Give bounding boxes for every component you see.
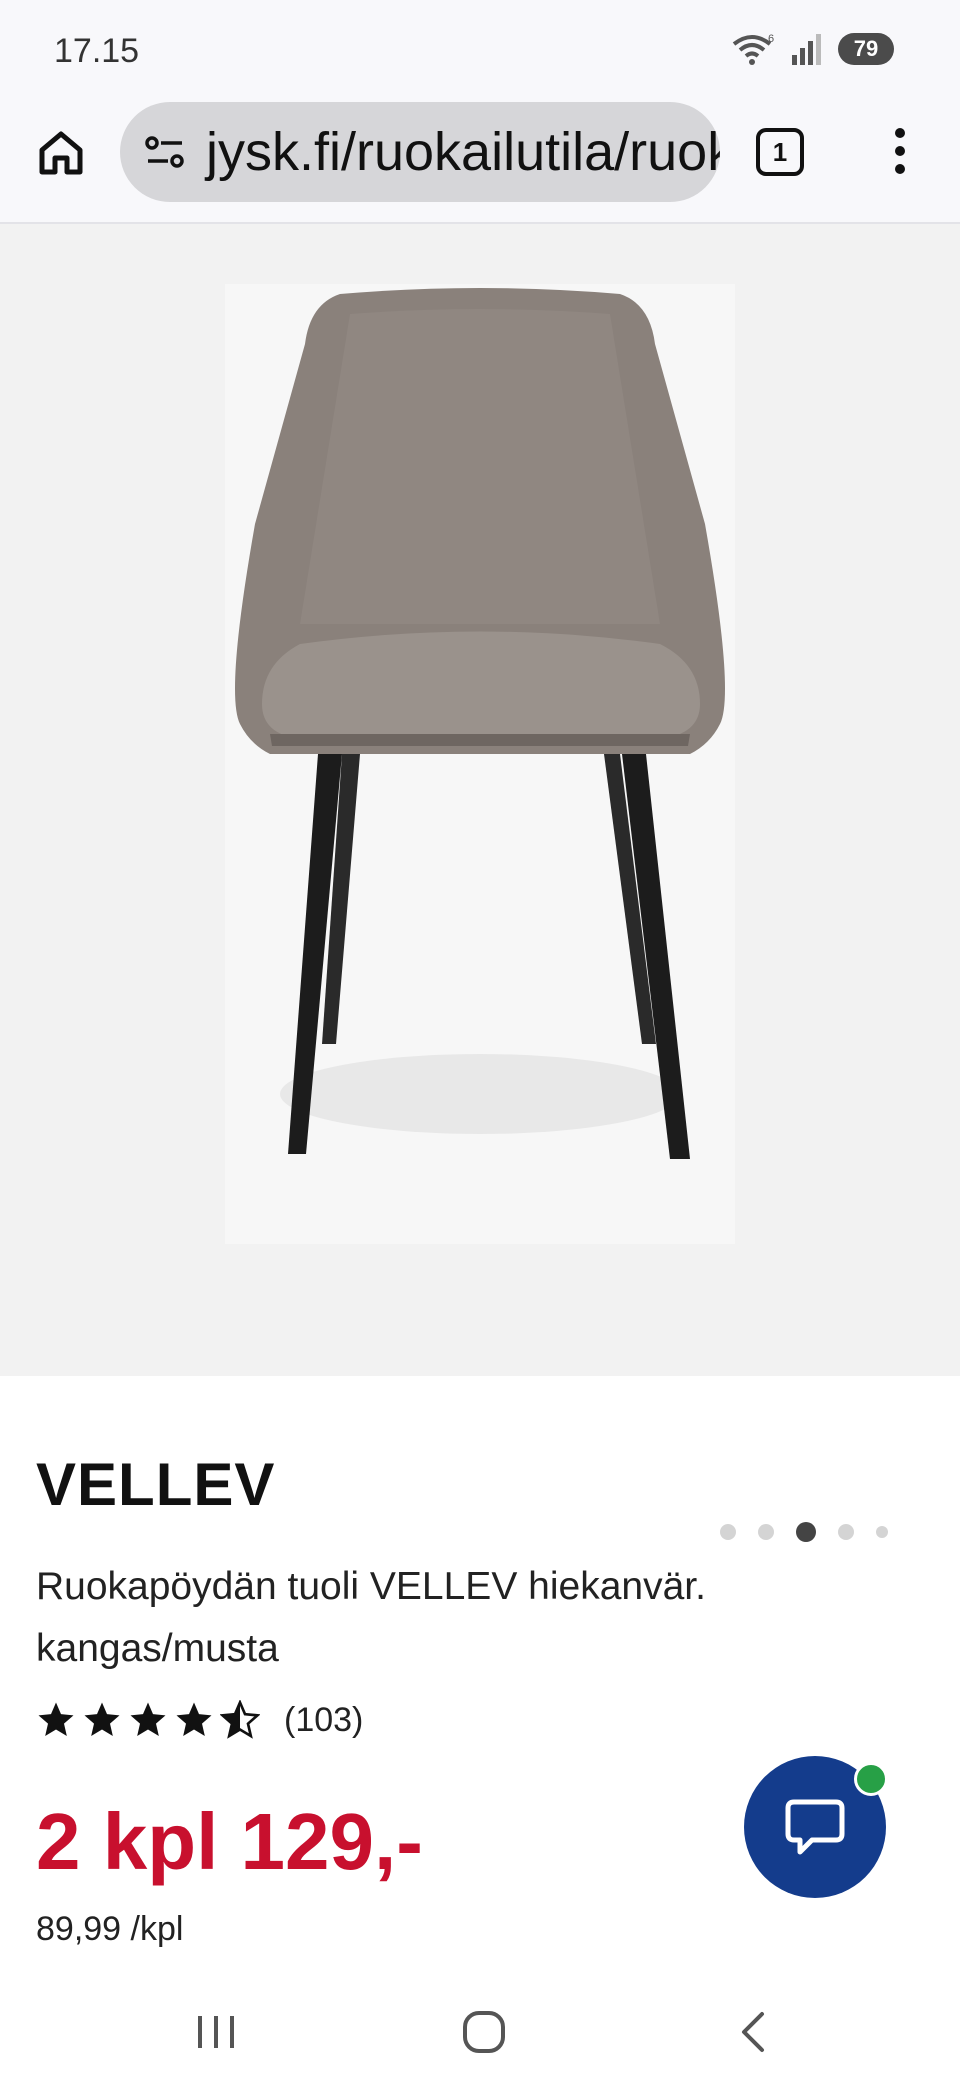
tab-switcher-button[interactable]: 1 [756, 128, 804, 176]
browser-toolbar: jysk.fi/ruokailutila/ruokapoydan-tuolit … [0, 100, 960, 224]
battery-indicator: 79 [838, 33, 894, 65]
wifi-icon: 6 [732, 33, 774, 65]
nav-home-icon [463, 2011, 505, 2053]
url-text: jysk.fi/ruokailutila/ruokapoydan-tuolit [206, 122, 720, 182]
gallery-dot[interactable] [876, 1526, 888, 1538]
gallery-dot[interactable] [758, 1524, 774, 1540]
online-indicator [854, 1762, 888, 1796]
product-title: VELLEV [36, 1451, 276, 1518]
recent-apps-icon [198, 2016, 234, 2048]
system-navigation-bar [0, 1980, 960, 2080]
unit-price: 89,99 /kpl [36, 1910, 184, 1948]
tab-count: 1 [772, 136, 788, 167]
back-icon [742, 2012, 764, 2052]
gallery-pagination [720, 1522, 888, 1542]
star-full-icon [176, 1702, 212, 1736]
chat-button[interactable] [744, 1756, 888, 1898]
gallery-dot[interactable] [838, 1524, 854, 1540]
status-bar: 17.15 6 79 [0, 0, 960, 100]
signal-icon [792, 34, 821, 65]
back-button[interactable] [724, 2006, 784, 2058]
address-bar[interactable]: jysk.fi/ruokailutila/ruokapoydan-tuolit [120, 102, 720, 202]
status-icons: 6 79 [732, 32, 894, 66]
star-full-icon [38, 1702, 74, 1736]
product-image-gallery[interactable] [0, 224, 960, 1542]
home-icon [39, 131, 83, 175]
rating-stars [36, 1700, 260, 1740]
gallery-dot[interactable] [720, 1524, 736, 1540]
product-rating[interactable]: (103) [36, 1700, 363, 1740]
status-time: 17.15 [54, 32, 140, 70]
product-description: Ruokapöydän tuoli VELLEV hiekanvär. kang… [36, 1565, 706, 1670]
recent-apps-button[interactable] [186, 2006, 246, 2058]
home-button[interactable] [30, 122, 92, 184]
wifi-badge: 6 [768, 33, 774, 45]
chair-image [225, 284, 735, 1244]
review-count[interactable]: (103) [284, 1701, 363, 1740]
nav-home-button[interactable] [454, 2006, 514, 2058]
more-vert-icon[interactable] [880, 122, 920, 182]
star-full-icon [130, 1702, 166, 1736]
site-settings-icon[interactable] [142, 129, 188, 175]
chat-bubble-icon [785, 1799, 845, 1855]
star-full-icon [84, 1702, 120, 1736]
product-price: 2 kpl 129,- [36, 1797, 423, 1886]
gallery-dot-active[interactable] [796, 1522, 816, 1542]
star-half-icon [220, 1700, 260, 1739]
